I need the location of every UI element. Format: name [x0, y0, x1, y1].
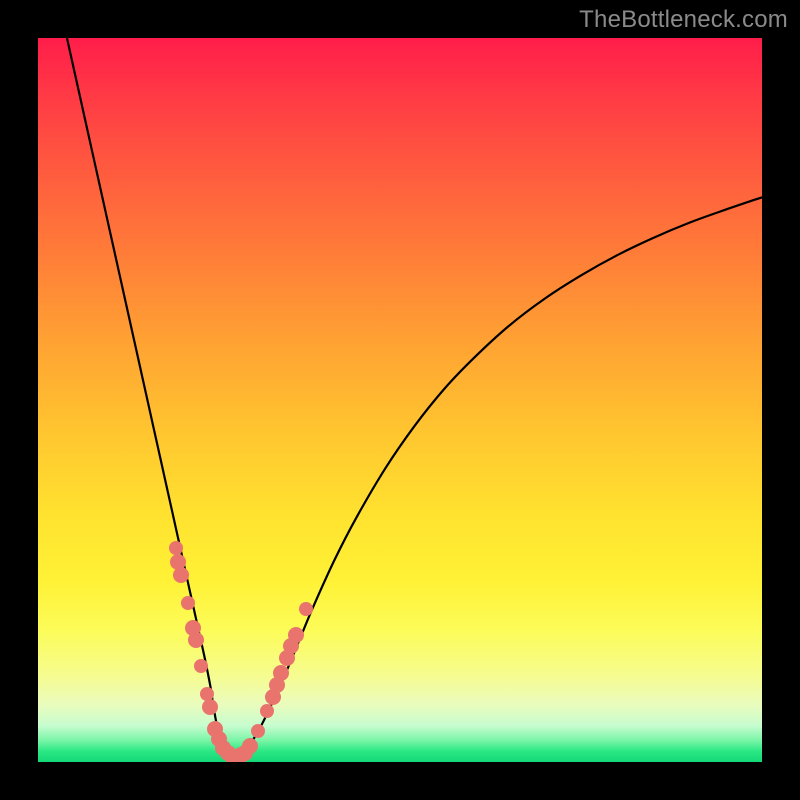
- data-point: [273, 665, 289, 681]
- data-point: [188, 632, 204, 648]
- data-point: [251, 724, 265, 738]
- data-point: [299, 602, 313, 616]
- data-point: [260, 704, 274, 718]
- data-point: [173, 567, 189, 583]
- data-point: [242, 738, 258, 754]
- plot-area: [38, 38, 762, 762]
- data-point: [169, 541, 183, 555]
- chart-stage: TheBottleneck.com: [0, 0, 800, 800]
- data-point: [202, 699, 218, 715]
- data-point: [288, 627, 304, 643]
- bottleneck-curve: [38, 38, 762, 762]
- data-point: [194, 659, 208, 673]
- curve-path: [67, 38, 762, 759]
- watermark-text: TheBottleneck.com: [579, 6, 788, 34]
- data-point: [181, 596, 195, 610]
